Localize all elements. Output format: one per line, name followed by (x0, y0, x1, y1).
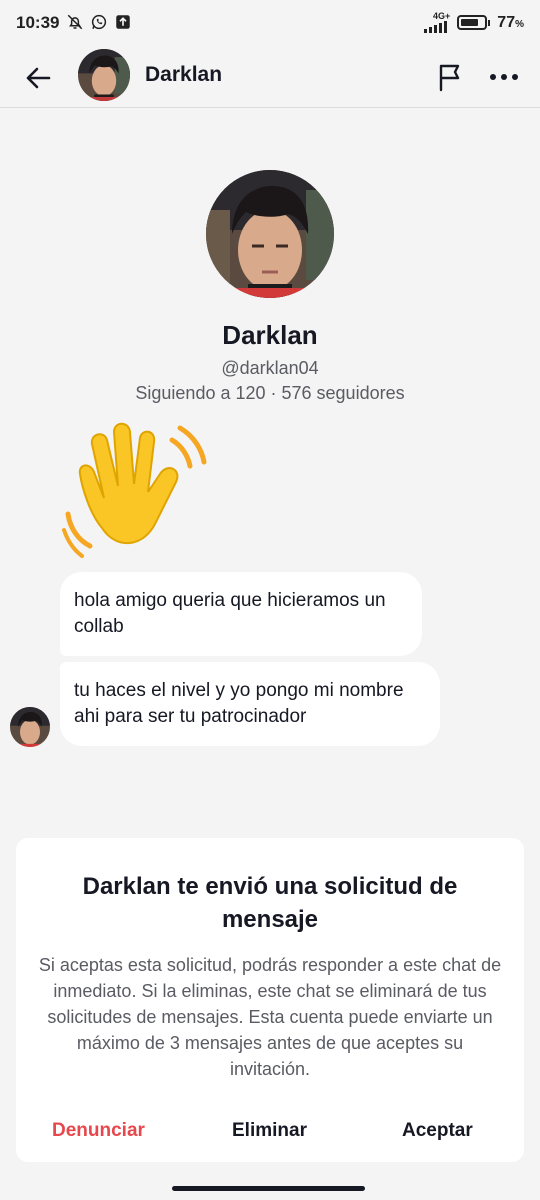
status-notification-icons (66, 13, 132, 31)
home-indicator[interactable] (172, 1186, 365, 1191)
battery-percent: 77% (497, 13, 524, 31)
report-flag-button[interactable] (432, 59, 468, 95)
more-dots-icon (490, 74, 518, 80)
back-button[interactable] (20, 60, 56, 96)
back-arrow-icon (26, 67, 51, 89)
network-type: 4G+ (433, 11, 451, 21)
status-right: 4G+ 77% (424, 12, 524, 33)
delete-button[interactable]: Eliminar (232, 1120, 307, 1142)
avatar-image (78, 49, 130, 101)
profile-avatar[interactable] (206, 170, 334, 298)
mute-bell-icon (67, 14, 83, 30)
profile-handle: @darklan04 (221, 358, 319, 378)
sender-avatar[interactable] (10, 707, 50, 747)
request-title: Darklan te envió una solicitud de mensaj… (82, 873, 458, 933)
message-text: hola amigo queria que hicieramos un coll… (74, 590, 386, 637)
profile-name: Darklan (222, 320, 318, 350)
chat-header: Darklan (0, 48, 540, 108)
request-description: Si aceptas esta solicitud, podrás respon… (38, 955, 502, 1079)
status-time: 10:39 (16, 13, 60, 32)
header-name[interactable]: Darklan (145, 63, 222, 87)
whatsapp-icon (91, 14, 107, 30)
profile-stats: Siguiendo a 120 · 576 seguidores (135, 383, 405, 403)
waving-hand-icon (62, 422, 207, 558)
avatar-image (206, 170, 334, 298)
avatar-image (10, 707, 50, 747)
message-request-card: Darklan te envió una solicitud de mensaj… (16, 838, 524, 1162)
message-text: tu haces el nivel y yo pongo mi nombre a… (74, 680, 404, 727)
more-options-button[interactable] (486, 59, 522, 95)
status-bar: 10:39 4G+ 77% (0, 0, 540, 48)
message-bubble[interactable]: hola amigo queria que hicieramos un coll… (60, 572, 422, 656)
header-avatar[interactable] (78, 49, 130, 101)
message-bubble[interactable]: tu haces el nivel y yo pongo mi nombre a… (60, 662, 440, 746)
flag-icon (439, 64, 460, 92)
accept-button[interactable]: Aceptar (402, 1120, 473, 1142)
report-button[interactable]: Denunciar (52, 1120, 145, 1142)
upload-icon (116, 15, 130, 29)
signal-icon (424, 21, 448, 33)
battery-icon (457, 15, 491, 30)
